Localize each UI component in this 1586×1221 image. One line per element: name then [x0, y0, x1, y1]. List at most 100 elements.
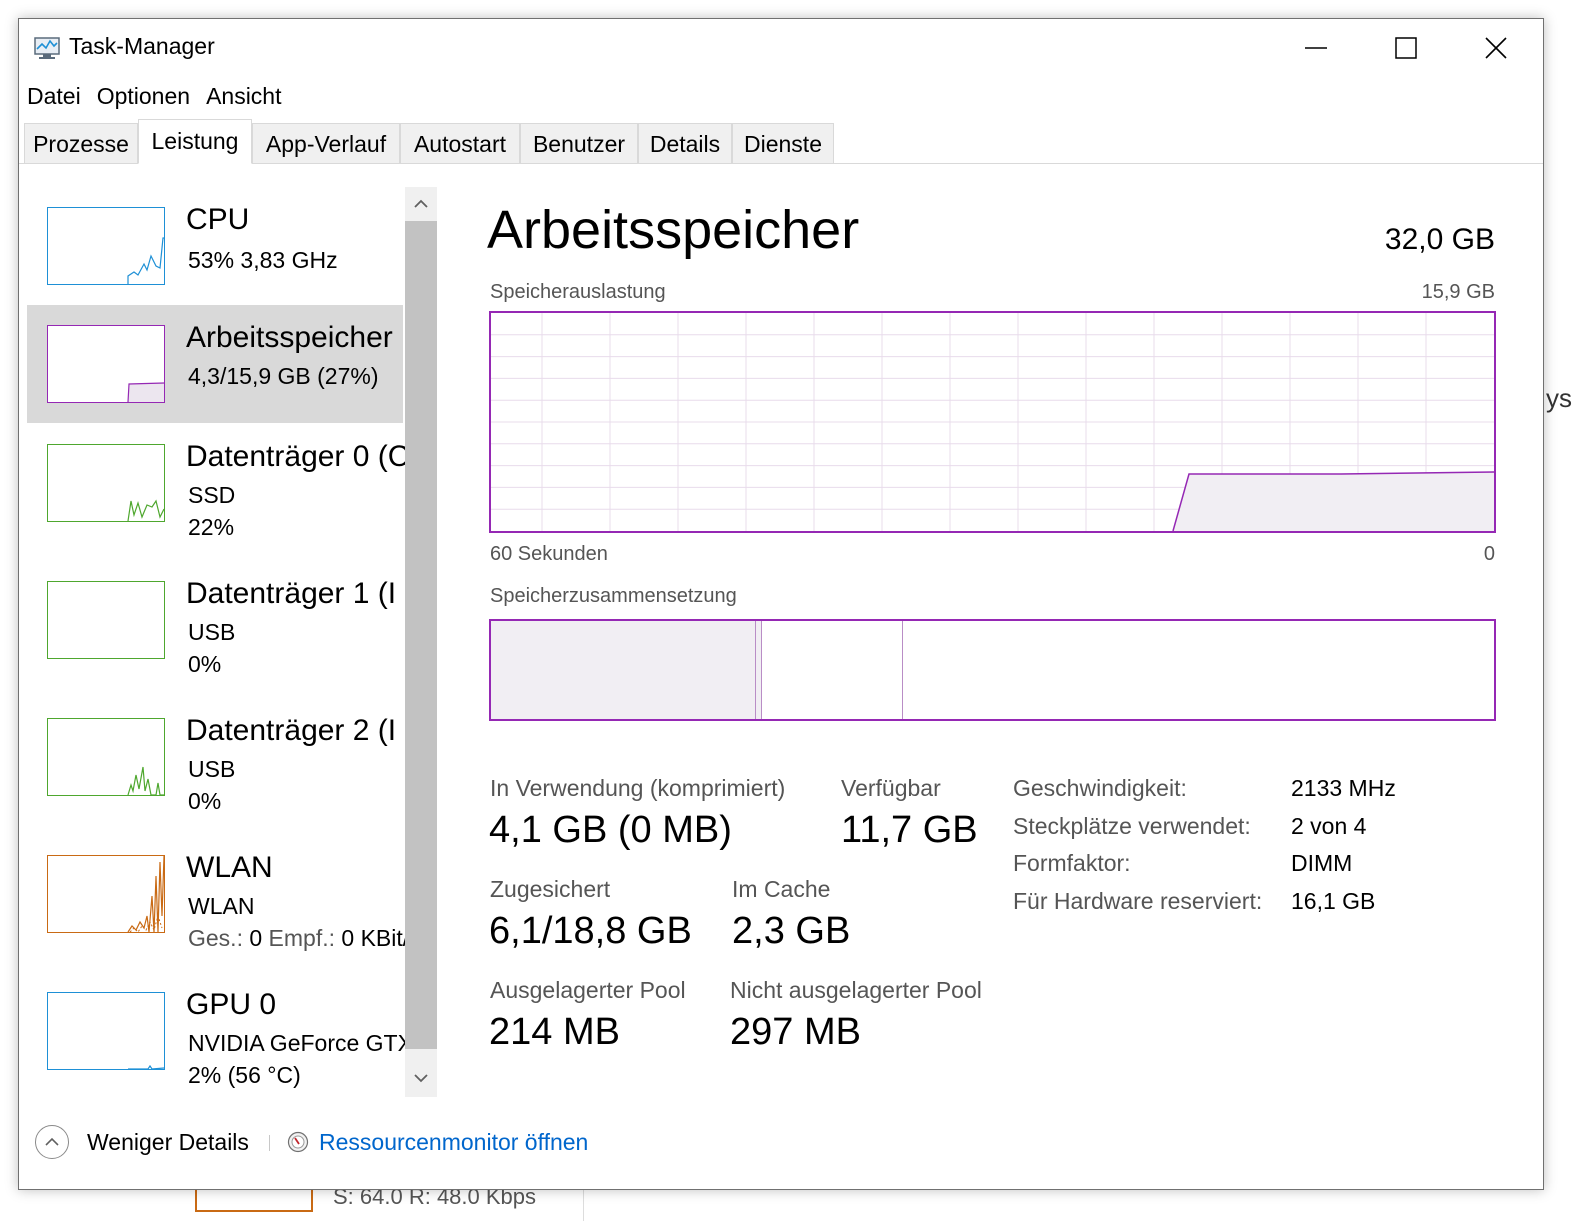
background-side-text: ys: [1546, 383, 1572, 413]
side-item-type: WLAN: [188, 893, 255, 919]
tab-autostart[interactable]: Autostart: [400, 123, 520, 163]
tab-leistung[interactable]: Leistung: [138, 119, 252, 164]
composition-label: Speicherzusammensetzung: [490, 585, 737, 607]
side-item-name: Datenträger 1 (I: [186, 577, 397, 610]
open-resource-monitor-link[interactable]: Ressourcenmonitor öffnen: [319, 1129, 588, 1156]
page-title: Arbeitsspeicher: [487, 200, 860, 260]
fewer-details-label[interactable]: Weniger Details: [87, 1129, 249, 1156]
side-item-model: NVIDIA GeForce GTX: [188, 1030, 413, 1056]
resource-monitor-icon: [287, 1131, 309, 1153]
scroll-down-button[interactable]: [405, 1063, 437, 1093]
menu-optionen[interactable]: Optionen: [89, 81, 198, 111]
side-item-throughput: Ges.: 0 Empf.: 0 KBit/: [188, 925, 409, 952]
background-wlan-thumb: [195, 1190, 313, 1212]
resource-item-gpu-0[interactable]: GPU 0 NVIDIA GeForce GTX 2% (56 °C): [27, 972, 413, 1090]
stat-label-available: Verfügbar: [841, 775, 941, 801]
prop-value-speed: 2133 MHz: [1291, 775, 1396, 801]
side-item-name: Datenträger 0 (C: [186, 440, 410, 473]
memory-usage-graph: [489, 311, 1496, 533]
side-item-detail: 0%: [188, 651, 222, 677]
resource-list: CPU 53% 3,83 GHz Arbeitsspeicher 4,3/15,…: [19, 187, 439, 1097]
maximize-button[interactable]: [1361, 19, 1451, 77]
prop-label-slots: Steckplätze verwendet:: [1013, 813, 1251, 839]
disk-1-thumbnail-graph: [47, 581, 165, 659]
side-item-detail: 53% 3,83 GHz: [188, 247, 338, 273]
composition-standby: [762, 621, 903, 719]
prop-value-slots: 2 von 4: [1291, 813, 1367, 839]
stat-value-cached: 2,3 GB: [732, 910, 851, 952]
memory-composition-bar: [489, 619, 1496, 721]
resource-item-wlan[interactable]: WLAN WLAN Ges.: 0 Empf.: 0 KBit/: [27, 835, 409, 953]
side-item-type: SSD: [188, 482, 236, 508]
close-button[interactable]: [1451, 19, 1541, 77]
graph-time-right: 0: [1483, 543, 1495, 565]
total-memory: 32,0 GB: [1384, 223, 1495, 256]
minimize-button[interactable]: [1271, 19, 1361, 77]
tab-details[interactable]: Details: [638, 123, 732, 163]
tab-benutzer[interactable]: Benutzer: [520, 123, 638, 163]
stat-value-available: 11,7 GB: [841, 809, 978, 851]
prop-label-hardware-reserved: Für Hardware reserviert:: [1013, 888, 1263, 914]
task-manager-window: Task-Manager Datei Optionen Ansicht Proz…: [18, 18, 1544, 1190]
stat-value-in-use: 4,1 GB (0 MB): [489, 809, 732, 851]
side-item-name: Datenträger 2 (I: [186, 714, 397, 747]
wlan-thumbnail-graph: [47, 855, 165, 933]
side-item-type: USB: [188, 756, 236, 782]
resource-item-disk-0[interactable]: Datenträger 0 (C SSD 22%: [27, 424, 409, 542]
background-window-peek: S: 64.0 R: 48.0 Kbps: [0, 1184, 1586, 1221]
composition-in-use: [491, 621, 756, 719]
menu-datei[interactable]: Datei: [19, 81, 89, 111]
chevron-up-icon: [45, 1137, 59, 1146]
usage-graph-max: 15,9 GB: [1421, 281, 1495, 303]
side-item-detail: 22%: [188, 514, 235, 540]
resource-item-cpu[interactable]: CPU 53% 3,83 GHz: [27, 187, 403, 305]
side-item-name: WLAN: [186, 851, 273, 884]
receive-label: Empf.:: [268, 925, 336, 951]
graph-time-left: 60 Sekunden: [490, 543, 608, 565]
usage-graph-label: Speicherauslastung: [490, 281, 666, 303]
gpu-thumbnail-graph: [47, 992, 165, 1070]
side-item-detail: 2% (56 °C): [188, 1062, 301, 1088]
tab-bar: Prozesse Leistung App-Verlauf Autostart …: [19, 119, 1543, 164]
memory-usage-graph-svg: [491, 313, 1495, 532]
scrollbar-thumb[interactable]: [405, 221, 437, 1049]
prop-value-form-factor: DIMM: [1291, 850, 1353, 876]
stat-label-in-use: In Verwendung (komprimiert): [490, 775, 786, 801]
footer-separator: [269, 1135, 270, 1151]
stat-label-cached: Im Cache: [732, 876, 831, 902]
background-divider: [583, 1190, 584, 1221]
stat-label-committed: Zugesichert: [490, 876, 611, 902]
menu-bar: Datei Optionen Ansicht: [19, 81, 290, 111]
receive-value: 0 KBit/: [341, 925, 410, 951]
cpu-thumbnail-graph: [47, 207, 165, 285]
stat-value-non-paged-pool: 297 MB: [730, 1011, 861, 1053]
side-item-detail: 0%: [188, 788, 222, 814]
task-manager-icon: [34, 37, 60, 59]
window-title: Task-Manager: [69, 33, 215, 59]
side-item-name: CPU: [186, 203, 250, 236]
menu-ansicht[interactable]: Ansicht: [198, 81, 289, 111]
resource-item-disk-2[interactable]: Datenträger 2 (I USB 0%: [27, 698, 403, 816]
stat-label-non-paged-pool: Nicht ausgelagerter Pool: [730, 977, 982, 1003]
send-value: 0: [249, 925, 263, 951]
sidebar-scrollbar[interactable]: [405, 187, 437, 1097]
tab-dienste[interactable]: Dienste: [732, 123, 834, 163]
close-icon: [1485, 37, 1507, 59]
tab-app-verlauf[interactable]: App-Verlauf: [252, 123, 400, 163]
tab-prozesse[interactable]: Prozesse: [24, 123, 138, 163]
prop-label-speed: Geschwindigkeit:: [1013, 775, 1187, 801]
fewer-details-button[interactable]: [35, 1125, 69, 1159]
footer: Weniger Details Ressourcenmonitor öffnen: [19, 1123, 1543, 1169]
chevron-up-icon: [414, 199, 428, 208]
resource-item-memory[interactable]: Arbeitsspeicher 4,3/15,9 GB (27%): [27, 305, 403, 423]
side-item-name: GPU 0: [186, 988, 277, 1021]
scroll-up-button[interactable]: [405, 189, 437, 219]
prop-label-form-factor: Formfaktor:: [1013, 850, 1131, 876]
maximize-icon: [1395, 37, 1417, 59]
resource-item-disk-1[interactable]: Datenträger 1 (I USB 0%: [27, 561, 403, 679]
side-item-type: USB: [188, 619, 236, 645]
disk-0-thumbnail-graph: [47, 444, 165, 522]
side-item-detail: 4,3/15,9 GB (27%): [188, 363, 379, 389]
stat-label-paged-pool: Ausgelagerter Pool: [490, 977, 686, 1003]
title-bar[interactable]: Task-Manager: [19, 19, 1543, 77]
